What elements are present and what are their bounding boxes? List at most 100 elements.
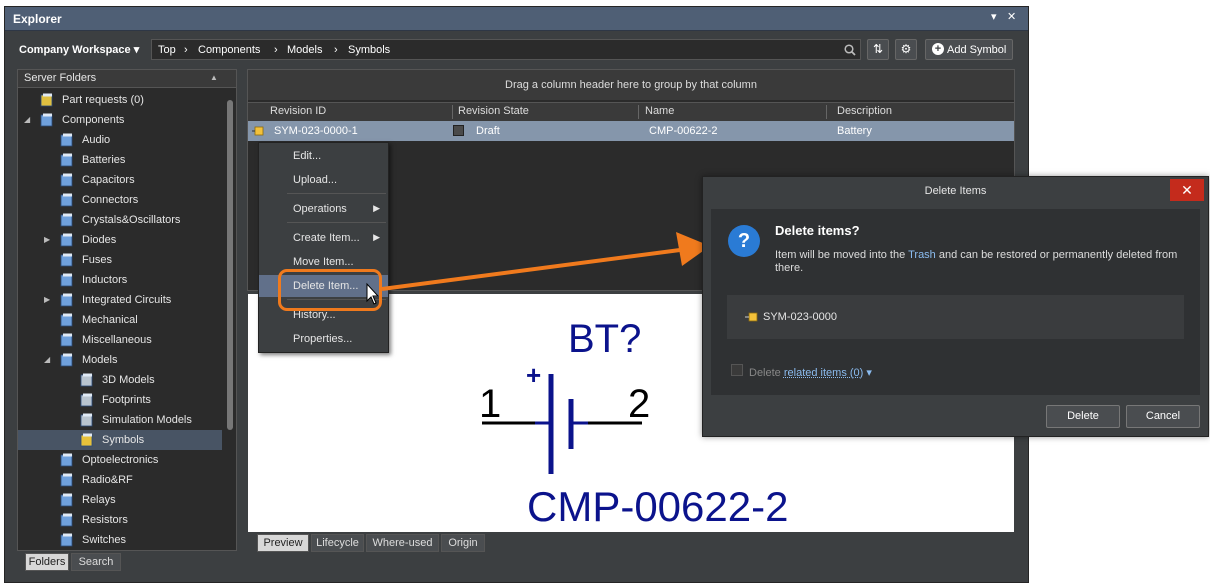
workspace-label: Company Workspace [19,44,131,56]
workspace-dropdown[interactable]: Company Workspace ▾ [19,43,139,56]
column-divider[interactable] [638,105,639,119]
tree-item[interactable]: Simulation Models [18,410,222,430]
cancel-button[interactable]: Cancel [1126,405,1200,428]
menu-item-operations[interactable]: Operations ▶ [259,198,388,220]
highlight-callout [278,269,382,311]
tab-lifecycle[interactable]: Lifecycle [311,534,364,552]
tab-search[interactable]: Search [71,553,121,571]
column-header-name[interactable]: Name [645,105,674,117]
dialog-heading: Delete items? [775,223,860,238]
trash-link[interactable]: Trash [908,249,936,261]
tree-item[interactable]: Inductors [18,270,222,290]
tree-item-label: Crystals&Oscillators [82,214,181,226]
folder-icon [60,333,73,347]
tree-item[interactable]: Connectors [18,190,222,210]
tree-item-label: Fuses [82,254,112,266]
chevron-down-icon[interactable]: ▾ [866,367,872,379]
tree-item[interactable]: ▶ Integrated Circuits [18,290,222,310]
tree-item[interactable]: ◢ Components [18,110,222,130]
column-divider[interactable] [452,105,453,119]
column-header-revision-id[interactable]: Revision ID [270,105,326,117]
breadcrumb: Top › Components › Models › Symbols [151,39,861,60]
breadcrumb-item-top[interactable]: Top [158,44,176,56]
folder-icon [60,473,73,487]
delete-related-checkbox[interactable] [731,364,743,376]
folder-icon [60,213,73,227]
breadcrumb-item-components[interactable]: Components [198,44,260,56]
tree-item-label: Resistors [82,514,128,526]
delete-button[interactable]: Delete [1046,405,1120,428]
tree-item[interactable]: Symbols [18,430,222,450]
model-folder-icon [80,393,93,407]
add-symbol-button[interactable]: + Add Symbol [925,39,1013,60]
window-close-icon[interactable]: ✕ [1007,10,1016,23]
collapse-up-icon[interactable]: ▲ [210,73,218,82]
tree-item-label: Part requests (0) [62,94,144,106]
tree-item[interactable]: ▶ Diodes [18,230,222,250]
tree-item[interactable]: Relays [18,490,222,510]
tree-item[interactable]: Optoelectronics [18,450,222,470]
tab-where-used[interactable]: Where-used [366,534,439,552]
tree-item[interactable]: Crystals&Oscillators [18,210,222,230]
title-bar: Explorer ▾ ✕ [5,7,1028,31]
tree-item[interactable]: Mechanical [18,310,222,330]
state-swatch [453,125,464,136]
folder-icon [60,513,73,527]
tree-item[interactable]: Part requests (0) [18,90,222,110]
expander-icon[interactable]: ▶ [44,295,50,304]
tree-item-label: Batteries [82,154,126,166]
related-items-link[interactable]: related items (0) [784,367,863,379]
tree-item[interactable]: Batteries [18,150,222,170]
breadcrumb-item-models[interactable]: Models [287,44,322,56]
group-by-hint[interactable]: Drag a column header here to group by th… [248,70,1014,100]
delete-items-dialog: Delete Items ✕ ? Delete items? Item will… [702,176,1209,437]
menu-item-edit[interactable]: Edit... [259,145,388,167]
settings-button[interactable]: ⚙ [895,39,917,60]
expander-icon[interactable]: ◢ [24,115,30,124]
folder-icon [60,353,73,367]
dialog-title-bar: Delete Items ✕ [703,177,1208,205]
expander-icon[interactable]: ▶ [44,235,50,244]
tab-origin[interactable]: Origin [441,534,485,552]
tree-item[interactable]: Radio&RF [18,470,222,490]
revision-state-cell: Draft [476,125,500,137]
window-menu-icon[interactable]: ▾ [991,10,997,23]
scrollbar-thumb[interactable] [227,100,233,430]
tree-item-label: Optoelectronics [82,454,159,466]
tree-item[interactable]: Capacitors [18,170,222,190]
tree-item[interactable]: 3D Models [18,370,222,390]
menu-item-create-item[interactable]: Create Item... ▶ [259,227,388,249]
table-row[interactable]: SYM-023-0000-1 Draft CMP-00622-2 Battery [248,121,1014,141]
menu-item-upload[interactable]: Upload... [259,169,388,191]
symbol-item-icon [745,312,758,322]
search-icon[interactable] [844,44,856,56]
symbol-item-icon [252,126,264,136]
tab-preview[interactable]: Preview [257,534,309,552]
breadcrumb-item-symbols[interactable]: Symbols [348,44,390,56]
refresh-button[interactable]: ⇅ [867,39,889,60]
checkbox-text: Delete [749,367,784,379]
tree-item[interactable]: Fuses [18,250,222,270]
folder-icon [60,153,73,167]
column-header-description[interactable]: Description [837,105,892,117]
tree-scrollbar[interactable] [225,88,235,549]
menu-item-properties[interactable]: Properties... [259,328,388,350]
designator-label: BT? [568,317,641,361]
tree-item[interactable]: Miscellaneous [18,330,222,350]
tree-item-label: Audio [82,134,111,146]
tree-item[interactable]: Audio [18,130,222,150]
tree-item[interactable]: ◢ Models [18,350,222,370]
tree-item-label: Models [82,354,118,366]
close-icon[interactable]: ✕ [1170,179,1204,201]
chevron-right-icon: › [274,44,278,56]
tree-item[interactable]: Footprints [18,390,222,410]
tree-item-label: Components [62,114,125,126]
tree-item[interactable]: Switches [18,530,222,550]
tree-item[interactable]: Resistors [18,510,222,530]
pin1-label: 1 [479,382,501,426]
tab-folders[interactable]: Folders [25,553,69,571]
tree-item-label: Miscellaneous [82,334,152,346]
expander-icon[interactable]: ◢ [44,355,50,364]
column-divider[interactable] [826,105,827,119]
column-header-revision-state[interactable]: Revision State [458,105,529,117]
